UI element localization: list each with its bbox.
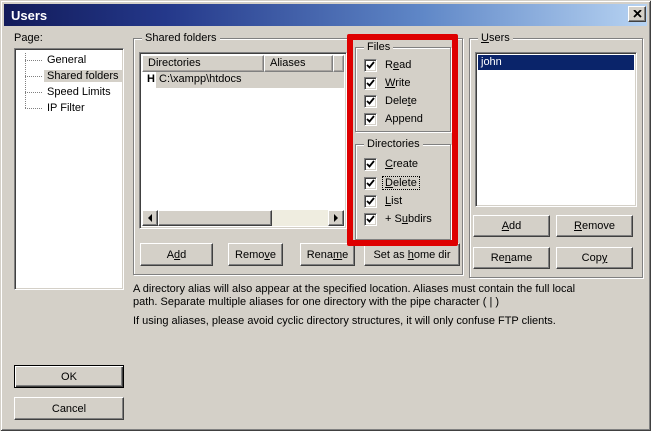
user-list-item[interactable]: john xyxy=(478,55,634,70)
checkbox-row-create[interactable]: Create xyxy=(364,157,420,171)
subdirs-checkbox-label: + Subdirs xyxy=(383,213,434,225)
delete-dir-checkbox-label: Delete xyxy=(383,177,419,189)
add-folder-button-label: Add xyxy=(167,249,187,261)
directories-group: Directories Create Delete List + Subdirs xyxy=(355,144,451,240)
alias-note-line: If using aliases, please avoid cyclic di… xyxy=(133,315,643,328)
users-dialog: Users Page: General Shared folders Speed… xyxy=(0,0,651,431)
horizontal-scrollbar xyxy=(142,210,344,226)
checkbox-row-write[interactable]: Write xyxy=(364,76,412,90)
checkmark-icon xyxy=(366,179,375,188)
remove-user-button[interactable]: Remove xyxy=(556,215,633,237)
ok-button-label: OK xyxy=(61,371,77,383)
checkbox-row-append[interactable]: Append xyxy=(364,112,425,126)
list-checkbox-label: List xyxy=(383,195,404,207)
arrow-right-icon xyxy=(334,214,338,222)
close-button[interactable] xyxy=(628,6,646,22)
tree-item-ip-filter[interactable]: IP Filter xyxy=(15,100,123,116)
cancel-button-label: Cancel xyxy=(52,403,86,415)
files-group-label: Files xyxy=(364,41,393,53)
rename-user-button-label: Rename xyxy=(491,252,533,264)
page-tree: General Shared folders Speed Limits IP F… xyxy=(14,48,124,290)
read-checkbox-label: Read xyxy=(383,59,413,71)
write-checkbox-label: Write xyxy=(383,77,412,89)
page-label: Page: xyxy=(14,32,43,44)
checkmark-icon xyxy=(366,79,375,88)
create-checkbox-label: Create xyxy=(383,158,420,170)
files-group: Files Read Write Delete Append xyxy=(355,47,451,132)
append-checkbox-label: Append xyxy=(383,113,425,125)
read-checkbox[interactable] xyxy=(364,59,377,72)
checkmark-icon xyxy=(366,160,375,169)
shared-folders-listview: Directories Aliases H C:\xampp\htdocs xyxy=(139,52,347,229)
add-user-button[interactable]: Add xyxy=(473,215,550,237)
remove-folder-button-label: Remove xyxy=(235,249,276,261)
delete-file-checkbox-label: Delete xyxy=(383,95,419,107)
create-checkbox[interactable] xyxy=(364,158,377,171)
checkbox-row-read[interactable]: Read xyxy=(364,58,413,72)
column-header-aliases[interactable]: Aliases xyxy=(264,55,333,72)
checkmark-icon xyxy=(366,61,375,70)
alias-note-line: path. Separate multiple aliases for one … xyxy=(133,296,643,309)
listview-header: Directories Aliases xyxy=(142,55,344,72)
column-header-directories[interactable]: Directories xyxy=(142,55,264,72)
subdirs-checkbox[interactable] xyxy=(364,213,377,226)
close-icon xyxy=(633,10,642,18)
append-checkbox[interactable] xyxy=(364,113,377,126)
scroll-left-button[interactable] xyxy=(142,210,158,226)
add-folder-button[interactable]: Add xyxy=(140,243,213,266)
checkbox-row-subdirs[interactable]: + Subdirs xyxy=(364,212,434,226)
remove-folder-button[interactable]: Remove xyxy=(228,243,283,266)
directories-group-label: Directories xyxy=(364,138,423,150)
tree-item-shared-folders[interactable]: Shared folders xyxy=(15,68,123,84)
rename-user-button[interactable]: Rename xyxy=(473,247,550,269)
list-checkbox[interactable] xyxy=(364,195,377,208)
delete-dir-checkbox[interactable] xyxy=(364,177,377,190)
users-group-label: Users xyxy=(478,32,513,44)
rename-folder-button[interactable]: Rename xyxy=(300,243,355,266)
checkbox-row-delete-dir[interactable]: Delete xyxy=(364,176,419,190)
directory-row[interactable]: H C:\xampp\htdocs xyxy=(142,72,344,88)
cancel-button[interactable]: Cancel xyxy=(14,397,124,420)
tree-item-label: Speed Limits xyxy=(44,86,114,98)
tree-item-label: IP Filter xyxy=(44,102,88,114)
checkmark-icon xyxy=(366,215,375,224)
tree-item-label-selected: Shared folders xyxy=(44,70,122,82)
users-listbox: john xyxy=(475,52,637,207)
directory-path: C:\xampp\htdocs xyxy=(156,72,344,88)
alias-note-line: A directory alias will also appear at th… xyxy=(133,283,643,296)
copy-user-button-label: Copy xyxy=(582,252,608,264)
scrollbar-track[interactable] xyxy=(272,210,328,226)
checkbox-row-list[interactable]: List xyxy=(364,194,404,208)
tree-item-speed-limits[interactable]: Speed Limits xyxy=(15,84,123,100)
alias-notes: A directory alias will also appear at th… xyxy=(133,283,643,328)
scrollbar-thumb[interactable] xyxy=(158,210,272,226)
tree-item-label: General xyxy=(44,54,89,66)
shared-folders-group-label: Shared folders xyxy=(142,32,220,44)
titlebar[interactable]: Users xyxy=(4,4,647,26)
rename-folder-button-label: Rename xyxy=(307,249,349,261)
set-as-home-dir-button[interactable]: Set as home dir xyxy=(364,243,460,266)
ok-button[interactable]: OK xyxy=(14,365,124,388)
remove-user-button-label: Remove xyxy=(574,220,615,232)
scroll-right-button[interactable] xyxy=(328,210,344,226)
checkmark-icon xyxy=(366,97,375,106)
delete-file-checkbox[interactable] xyxy=(364,95,377,108)
add-user-button-label: Add xyxy=(502,220,522,232)
set-as-home-dir-button-label: Set as home dir xyxy=(373,249,450,261)
arrow-left-icon xyxy=(148,214,152,222)
home-dir-marker: H xyxy=(142,72,156,88)
checkmark-icon xyxy=(366,115,375,124)
window-title: Users xyxy=(11,8,47,23)
checkbox-row-delete-file[interactable]: Delete xyxy=(364,94,419,108)
tree-item-general[interactable]: General xyxy=(15,52,123,68)
write-checkbox[interactable] xyxy=(364,77,377,90)
copy-user-button[interactable]: Copy xyxy=(556,247,633,269)
column-header-filler xyxy=(333,55,344,72)
checkmark-icon xyxy=(366,197,375,206)
